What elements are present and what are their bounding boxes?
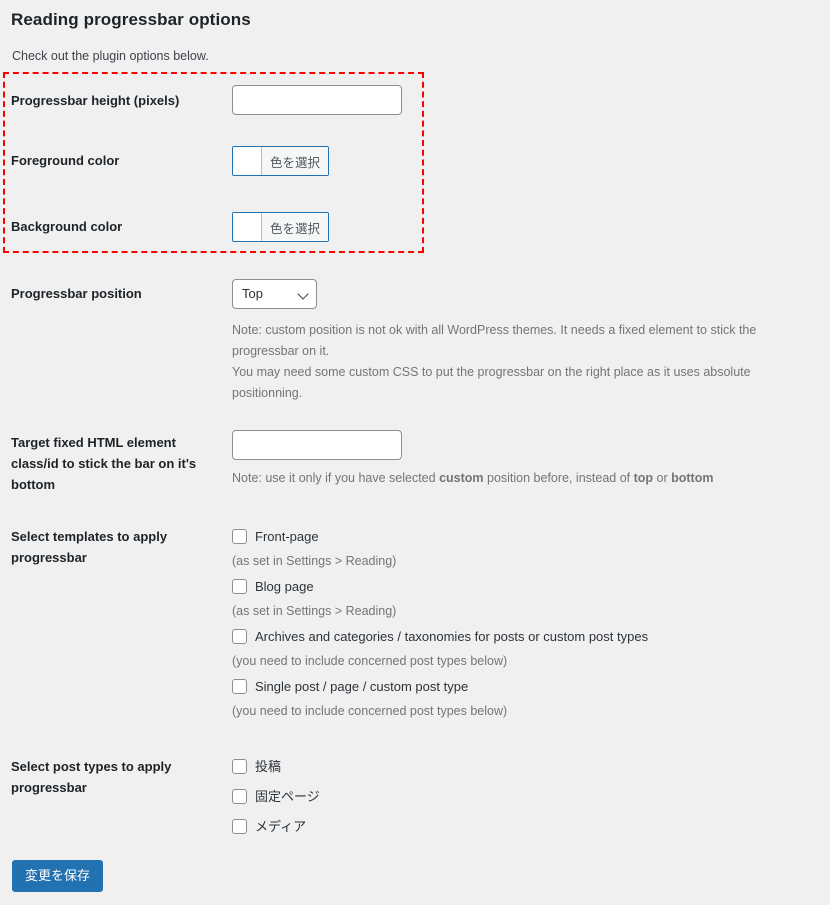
position-note-2: You may need some custom CSS to put the … [232,365,751,400]
label-select-templates: Select templates to apply progressbar [11,529,168,565]
checkbox-label-blog-page: Blog page [255,578,314,594]
foreground-color-swatch [233,147,262,175]
label-select-post-types: Select post types to apply progressbar [11,759,172,795]
background-color-picker-button[interactable]: 色を選択 [232,212,330,242]
checkbox-post-type-post[interactable] [232,759,247,774]
background-color-picker-label: 色を選択 [262,213,329,241]
target-note-part-3: or [653,471,672,485]
background-color-swatch [233,213,262,241]
checkbox-single-post[interactable] [232,679,247,694]
checkbox-row-archives[interactable]: Archives and categories / taxonomies for… [232,626,648,647]
foreground-color-picker-button[interactable]: 色を選択 [232,146,330,176]
checkbox-note-front-page: (as set in Settings > Reading) [232,554,397,568]
checkbox-label-post-type-media: メディア [255,818,307,834]
label-target-element: Target fixed HTML element class/id to st… [11,435,197,492]
foreground-color-picker-label: 色を選択 [262,147,329,175]
position-note-1: Note: custom position is not ok with all… [232,323,757,358]
checkbox-archives[interactable] [232,629,247,644]
checkbox-label-front-page: Front-page [255,528,319,544]
options-page: Reading progressbar options Check out th… [0,0,830,905]
checkbox-label-archives: Archives and categories / taxonomies for… [255,628,649,644]
target-note-bold-top: top [633,471,654,485]
checkbox-post-type-media[interactable] [232,819,247,834]
checkbox-row-post-type-1[interactable]: 固定ページ [232,786,320,807]
target-note-part-2: position before, instead of [483,471,634,485]
page-subtitle: Check out the plugin options below. [12,49,209,63]
save-changes-button[interactable]: 変更を保存 [12,860,104,892]
checkbox-note-archives: (you need to include concerned post type… [232,654,508,668]
target-note-part-1: Note: use it only if you have selected [232,471,440,485]
target-note-bold-custom: custom [439,471,484,485]
checkbox-row-front-page[interactable]: Front-page [232,526,648,547]
checkbox-note-blog-page: (as set in Settings > Reading) [232,604,397,618]
page-title: Reading progressbar options [11,10,251,29]
progressbar-height-input[interactable] [232,85,402,115]
checkbox-label-post-type-post: 投稿 [255,758,282,774]
checkbox-row-single-post[interactable]: Single post / page / custom post type [232,676,648,697]
checkbox-row-blog-page[interactable]: Blog page [232,576,648,597]
target-element-input[interactable] [232,430,402,460]
label-foreground-color: Foreground color [11,153,120,168]
progressbar-position-select[interactable]: Top [232,279,317,309]
checkbox-front-page[interactable] [232,529,247,544]
checkbox-row-post-type-2[interactable]: メディア [232,816,320,837]
label-background-color: Background color [11,219,123,234]
checkbox-post-type-page[interactable] [232,789,247,804]
target-note-bold-bottom: bottom [671,471,714,485]
label-progressbar-height: Progressbar height (pixels) [11,93,180,108]
label-progressbar-position: Progressbar position [11,286,142,301]
chevron-down-icon [299,290,308,299]
checkbox-row-post-type-0[interactable]: 投稿 [232,756,320,777]
checkbox-label-single-post: Single post / page / custom post type [255,678,469,694]
checkbox-blog-page[interactable] [232,579,247,594]
checkbox-label-post-type-page: 固定ページ [255,788,320,804]
progressbar-position-value: Top [242,286,263,301]
checkbox-note-single-post: (you need to include concerned post type… [232,704,508,718]
